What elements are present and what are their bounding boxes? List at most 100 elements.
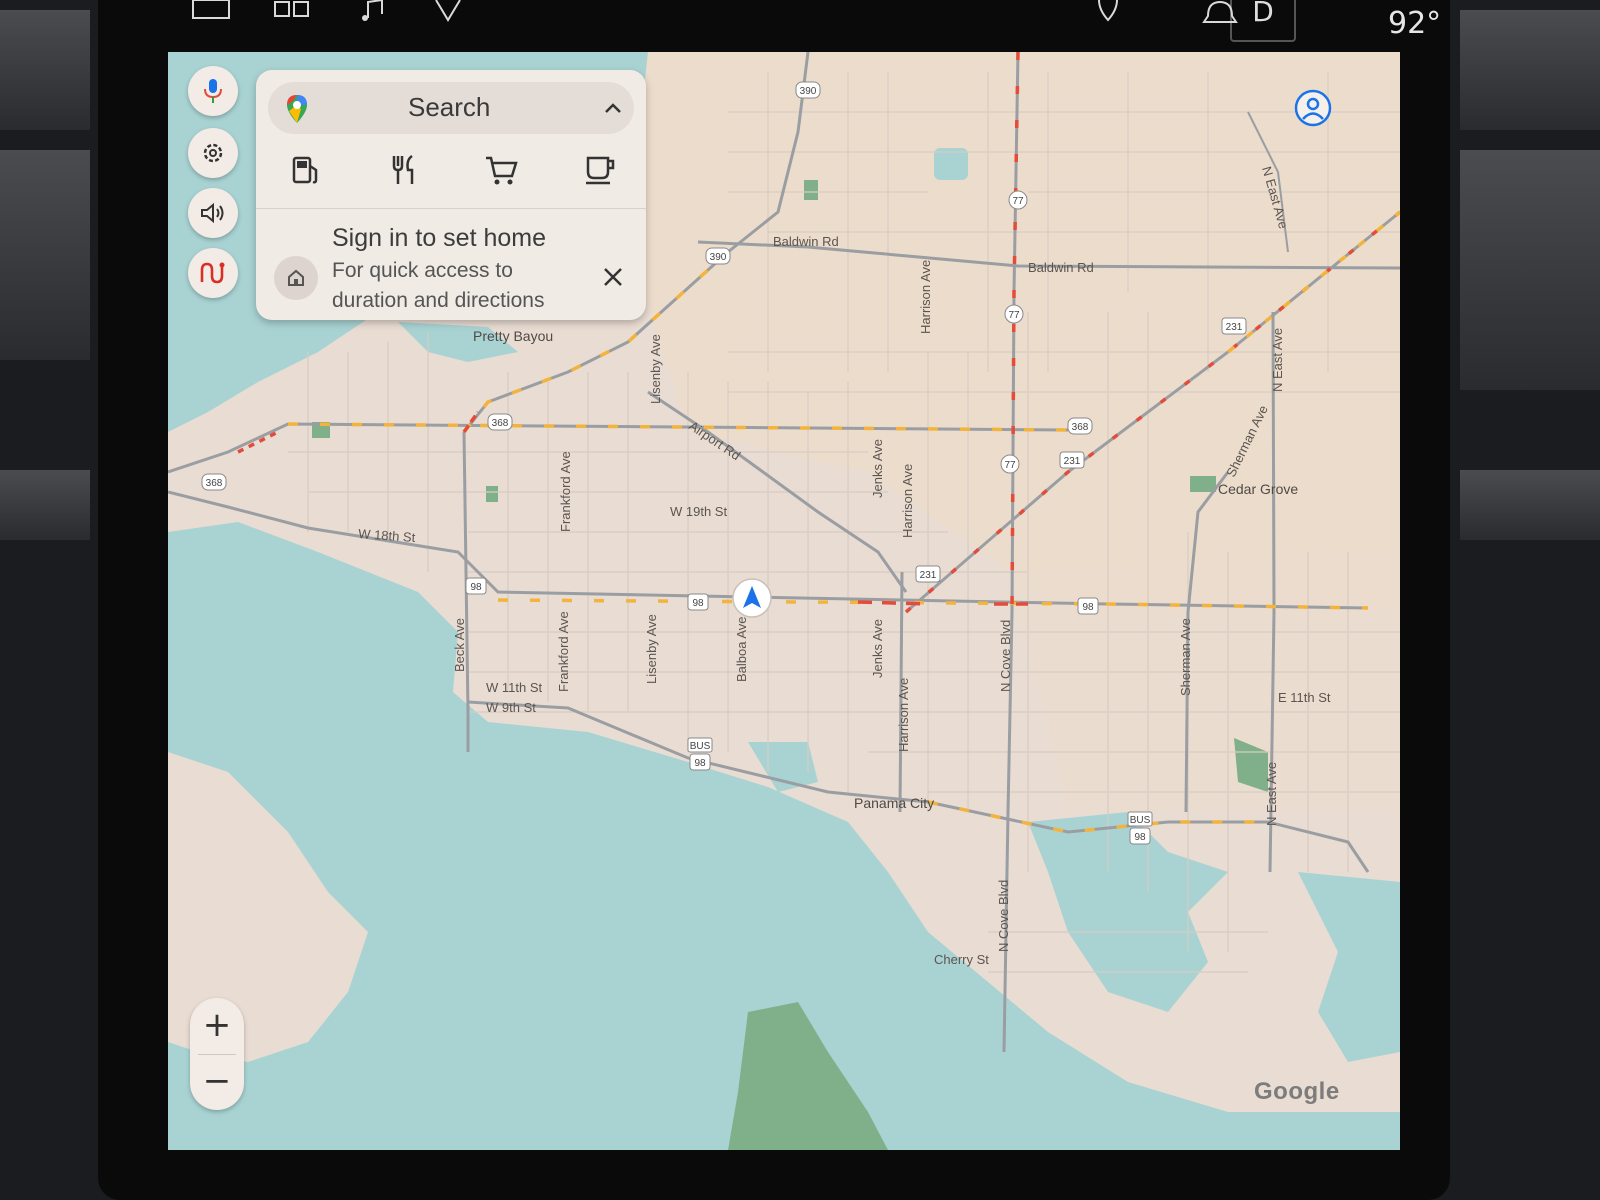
label-sherman-ave-2: Sherman Ave [1178,618,1193,696]
label-e11th: E 11th St [1278,690,1331,705]
shield-98-d: 98 [689,753,711,771]
shield-368-b: 368 [1067,417,1093,435]
svg-text:231: 231 [1064,456,1081,467]
svg-text:77: 77 [1008,310,1020,321]
dashboard-trim-right-mid [1460,150,1600,390]
bell-icon[interactable] [1202,0,1238,26]
label-balboa-ave: Balboa Ave [734,616,749,682]
label-lisenby-ave-2: Lisenby Ave [644,614,659,684]
settings-icon [203,143,223,163]
gas-station-icon[interactable] [286,150,326,190]
label-beck-ave: Beck Ave [452,618,467,672]
close-icon[interactable] [596,260,630,294]
navigation-icon[interactable] [434,0,462,22]
water-lake-north [934,148,968,180]
zoom-out-button[interactable]: − [190,1054,244,1110]
temperature-readout: 92° [1388,6,1442,41]
shield-77-a: 77 [1008,190,1028,210]
svg-text:BUS: BUS [1130,815,1151,826]
route-options-button[interactable] [188,248,238,298]
svg-text:231: 231 [1226,322,1243,333]
zoom-control: + − [190,998,244,1110]
shield-368-a: 368 [487,413,513,431]
shield-77-c: 77 [1000,454,1020,474]
svg-text:368: 368 [492,418,509,429]
park-small-1 [804,180,818,200]
label-baldwin-rd-1: Baldwin Rd [773,234,839,249]
svg-text:77: 77 [1004,460,1016,471]
coffee-icon[interactable] [580,150,620,190]
route-icon [200,262,225,284]
shield-368-c: 368 [201,473,227,491]
shield-98-e: 98 [1129,827,1151,845]
label-harrison-ave-1: Harrison Ave [918,260,933,334]
shield-98-c: 98 [1077,597,1099,615]
system-status-bar: D 92° [98,0,1450,46]
search-card: Search Sign in to set home For quick acc… [256,70,646,320]
shield-390-b: 390 [705,247,731,265]
music-icon[interactable] [360,0,386,22]
label-lisenby-ave-1: Lisenby Ave [648,334,663,404]
svg-text:98: 98 [692,598,704,609]
land-tint-east [1008,552,1400,812]
shield-77-b: 77 [1004,304,1024,324]
dashboard-trim-left-low [0,470,90,540]
label-n-east-ave-2: N East Ave [1270,328,1285,392]
shield-231-c: 231 [915,565,941,583]
volume-icon [201,202,224,224]
label-baldwin-rd-2: Baldwin Rd [1028,260,1094,275]
current-location-arrow [732,578,772,618]
home-chip [274,256,318,300]
dashboard-trim-left-mid [0,150,90,360]
label-cherry-st: Cherry St [934,952,989,967]
volume-button[interactable] [188,188,238,238]
label-n-east-ave-3: N East Ave [1264,762,1279,826]
svg-text:98: 98 [470,582,482,593]
window-icon[interactable] [192,0,230,20]
signin-title[interactable]: Sign in to set home [332,224,546,253]
google-maps-pin-icon [287,95,307,123]
location-icon[interactable] [1096,0,1120,22]
microphone-icon [204,79,222,103]
shield-98-b: 98 [687,593,709,611]
svg-text:77: 77 [1012,196,1024,207]
search-bar[interactable]: Search [268,82,634,134]
svg-text:390: 390 [800,86,817,97]
shield-390-a: 390 [795,81,821,99]
dashboard-trim-right-low [1460,470,1600,540]
dashboard-trim-left-top [0,10,90,130]
shield-231-a: 231 [1221,317,1247,335]
voice-search-button[interactable] [188,66,238,116]
park-small-2 [486,486,498,502]
label-jenks-ave-2: Jenks Ave [870,619,885,678]
grid-icon[interactable] [274,0,310,20]
restaurant-icon[interactable] [384,150,424,190]
gear-indicator: D [1230,0,1296,42]
svg-text:368: 368 [206,478,223,489]
label-panama-city: Panama City [854,795,934,811]
label-jenks-ave-1: Jenks Ave [870,439,885,498]
label-harrison-ave-2: Harrison Ave [900,464,915,538]
svg-text:BUS: BUS [690,741,711,752]
account-icon[interactable] [1293,88,1333,128]
google-attribution: Google [1254,1078,1340,1105]
label-frankford-ave-2: Frankford Ave [556,611,571,692]
settings-button[interactable] [188,128,238,178]
shield-98-a: 98 [465,577,487,595]
label-cedar-grove: Cedar Grove [1218,481,1298,497]
shield-bus-2: BUS [1127,811,1153,827]
label-w19th: W 19th St [670,504,727,519]
card-divider [256,208,646,209]
chevron-up-icon[interactable] [604,102,622,114]
map-screen[interactable]: Baldwin Rd Baldwin Rd Pretty Bayou Airpo… [168,52,1400,1150]
shopping-cart-icon[interactable] [482,150,522,190]
shield-bus-1: BUS [687,737,713,753]
label-n-cove-blvd-1: N Cove Blvd [998,620,1013,692]
svg-text:98: 98 [1134,832,1146,843]
label-frankford-ave-1: Frankford Ave [558,451,573,532]
search-label: Search [408,92,491,122]
dashboard-trim-right-top [1460,10,1600,130]
label-n-cove-blvd-2: N Cove Blvd [996,880,1011,952]
zoom-in-button[interactable]: + [190,998,244,1054]
label-w11th: W 11th St [486,680,543,695]
